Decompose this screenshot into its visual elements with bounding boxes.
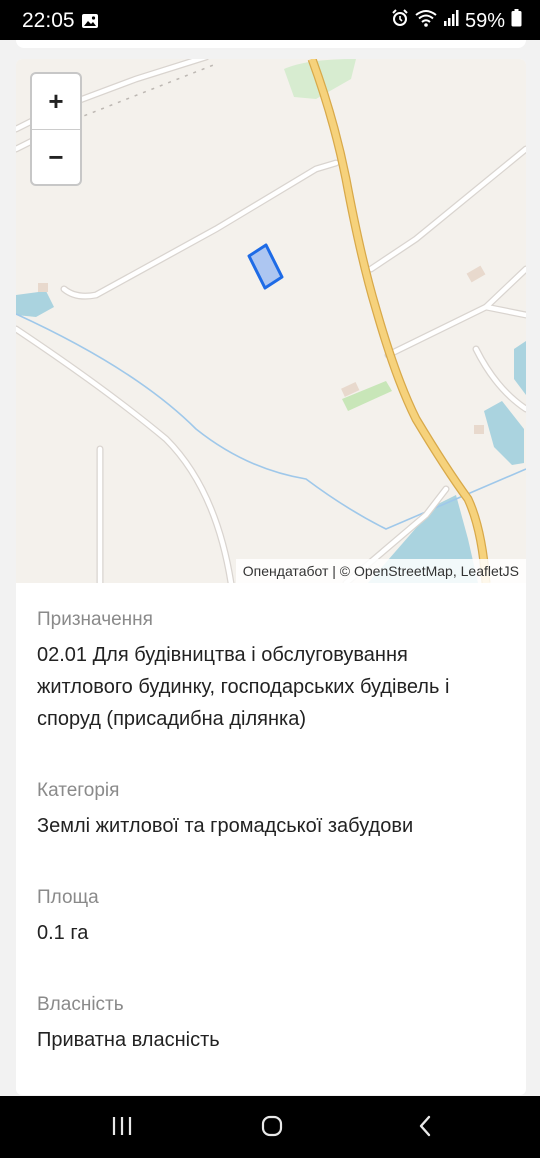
zoom-in-button[interactable]: + [32, 74, 80, 130]
navigation-bar [0, 1096, 540, 1158]
previous-card-edge [16, 40, 526, 48]
zoom-control: + − [30, 72, 82, 186]
field-label: Категорія [37, 780, 120, 801]
field-value: Землі житлової та громадської забудови [37, 815, 414, 837]
field-label: Власність [37, 994, 124, 1015]
zoom-out-button[interactable]: − [32, 130, 80, 185]
category-field: Категорія Землі житлової та громадської … [37, 778, 507, 885]
signal-icon [443, 9, 459, 33]
map-tiles [16, 59, 526, 583]
alarm-icon [391, 9, 409, 33]
field-value: 0.1 га [37, 922, 89, 944]
battery-percent: 59% [464, 9, 505, 32]
ownership-field: Власність Приватна власність [37, 992, 507, 1056]
field-value: Приватна власність [37, 1029, 220, 1051]
battery-icon [511, 9, 522, 33]
area-field: Площа 0.1 га [37, 885, 507, 992]
building [466, 265, 486, 283]
home-icon[interactable] [260, 1114, 284, 1143]
status-time: 22:05 [22, 9, 75, 32]
field-value-line: 02.01 Для будівництва і обслуговування [37, 644, 408, 666]
water-area [16, 291, 54, 317]
field-value-line: житлового будинку, господарських будівел… [37, 676, 450, 698]
back-icon[interactable] [414, 1114, 438, 1143]
water-area [514, 341, 526, 395]
parcel-card: + − Опендатабот | © OpenStreetMap, Leafl… [16, 59, 526, 1095]
stream [16, 313, 526, 530]
building [38, 283, 48, 292]
parcel-details: Призначення 02.01 Для будівництва і обсл… [37, 607, 507, 1056]
purpose-field: Призначення 02.01 Для будівництва і обсл… [37, 607, 507, 778]
building [474, 425, 484, 434]
water-area [484, 401, 524, 465]
gallery-icon [81, 13, 99, 34]
status-bar: 22:05 59% [0, 0, 540, 40]
field-label: Призначення [37, 609, 153, 630]
map-attribution[interactable]: Опендатабот | © OpenStreetMap, LeafletJS [235, 559, 526, 583]
land-parcel[interactable] [247, 243, 284, 290]
recents-icon[interactable] [110, 1114, 134, 1143]
map[interactable]: + − Опендатабот | © OpenStreetMap, Leafl… [16, 59, 526, 583]
wifi-icon [415, 9, 437, 33]
field-label: Площа [37, 887, 99, 908]
field-value-line: споруд (присадибна ділянка) [37, 708, 306, 730]
field-value: 02.01 Для будівництва і обслуговування ж… [37, 639, 507, 735]
